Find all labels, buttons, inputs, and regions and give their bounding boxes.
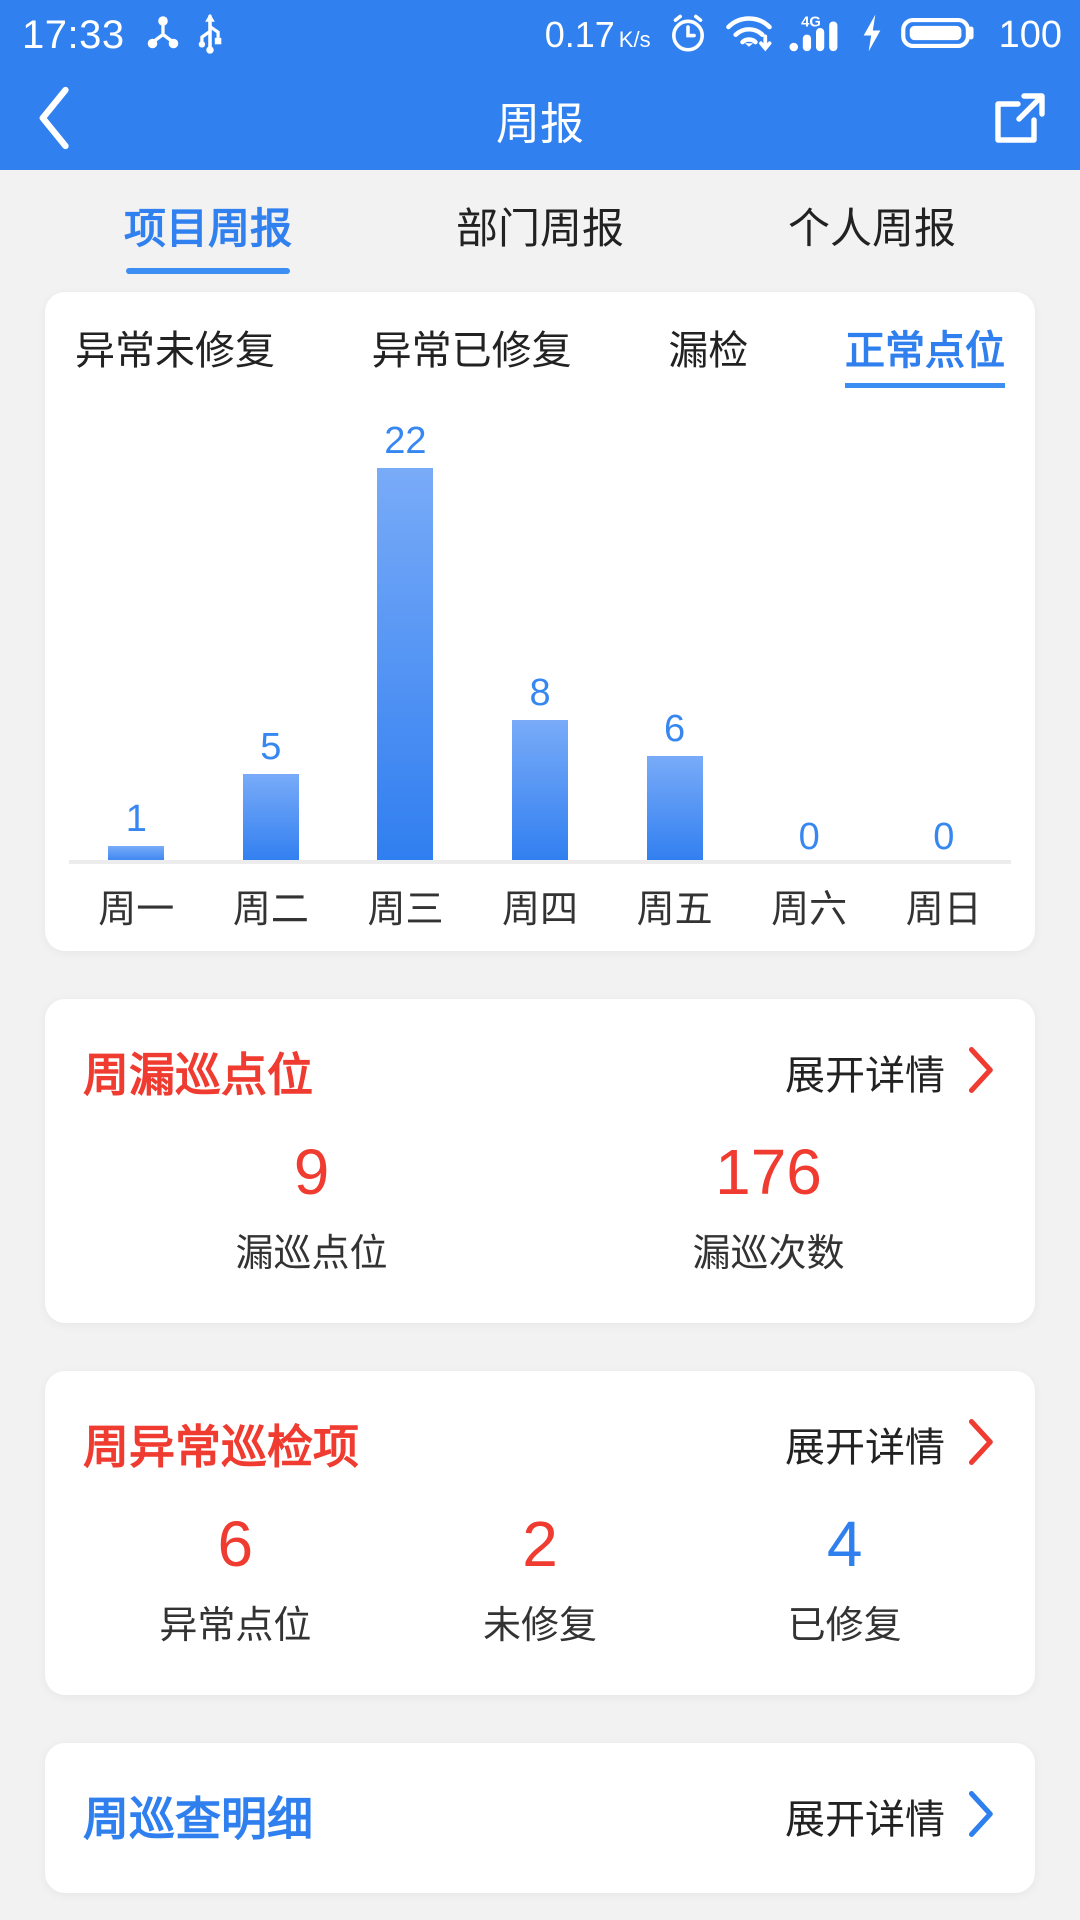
detail-label: 展开详情 [785,1798,945,1843]
chart-x-label: 周六 [771,889,848,931]
chart-bar-value: 1 [125,798,147,840]
chart-bar [646,756,703,864]
back-button[interactable] [0,83,110,158]
chart-bar-group: 0 [742,404,877,864]
stat-value: 4 [826,1508,863,1581]
chart-bar-group: 5 [204,404,339,864]
chevron-right-icon [963,1044,997,1101]
abnormal-items-detail-link[interactable]: 展开详情 [785,1415,997,1473]
share-button[interactable] [960,88,1080,153]
chart-bar-value: 0 [798,816,820,858]
chart-tab-abnormal-fixed[interactable]: 异常已修复 [372,318,572,388]
chart-x-label: 周四 [502,889,579,931]
chart-bars: 1 5 22 8 6 0 0 [69,404,1011,864]
report-scope-tabs: 项目周报 部门周报 个人周报 [0,170,1080,292]
alarm-clock-icon [666,11,710,60]
chart-bar-group: 0 [876,404,1011,864]
stat-label: 异常点位 [159,1605,312,1648]
chart-tab-abnormal-unfixed[interactable]: 异常未修复 [75,318,275,388]
share-nodes-icon [145,13,181,58]
chart-category-tabs: 异常未修复 异常已修复 漏检 正常点位 [45,318,1035,388]
network-speed: 0.17 K/s [544,14,651,55]
stat-label: 未修复 [483,1605,598,1648]
chart-x-label: 周五 [636,889,713,931]
page-title: 周报 [496,100,584,149]
patrol-detail-card: 周巡查明细 展开详情 [45,1743,1035,1894]
svg-text:4G: 4G [801,14,821,30]
chart-bar [377,468,434,864]
stat-unfixed: 2 未修复 [388,1508,693,1649]
chart-x-label: 周三 [367,889,444,931]
stat-missed-points: 9 漏巡点位 [83,1136,540,1277]
missed-patrol-title: 周漏巡点位 [83,1049,313,1101]
status-bar: 17:33 0.17 K/s 4G 100 [0,0,1080,70]
chart-axis-line [69,860,1011,864]
abnormal-items-title: 周异常巡检项 [83,1421,359,1474]
chart-bar-group: 8 [473,404,608,864]
stat-fixed: 4 已修复 [692,1508,997,1649]
chart-tab-missed-check[interactable]: 漏检 [668,318,748,388]
chart-bar-value: 5 [260,726,282,768]
stat-value: 176 [715,1136,822,1208]
chart-bar [512,720,569,864]
chart-bar-value: 22 [384,420,427,462]
chart-bar [242,774,299,864]
chart-bar-value: 6 [664,708,686,750]
stat-value: 9 [293,1136,330,1208]
chart-x-label: 周日 [905,889,982,931]
stat-missed-times: 176 漏巡次数 [540,1136,997,1277]
external-link-icon [990,88,1050,153]
wifi-icon [725,12,773,59]
detail-label: 展开详情 [785,1426,945,1471]
chart-card: 异常未修复 异常已修复 漏检 正常点位 1 5 22 8 6 0 0 周一 周二 周三 周四 周五周… [45,292,1035,951]
stat-label: 漏巡次数 [692,1233,845,1276]
chart-bar-group: 1 [69,404,204,864]
4g-signal-icon: 4G [788,11,844,60]
chart-x-label: 周一 [98,889,175,931]
chevron-right-icon [963,1788,997,1845]
status-time: 17:33 [22,12,125,57]
charging-bolt-icon [859,13,885,58]
battery-percent: 100 [998,13,1062,56]
tab-department-weekly[interactable]: 部门周报 [456,195,624,268]
abnormal-items-card: 周异常巡检项 展开详情 6 异常点位 2 未修复 4 已修复 [45,1371,1035,1696]
chart-bar-group: 6 [607,404,742,864]
stat-value: 6 [217,1508,254,1581]
chart-x-label: 周二 [232,889,309,931]
tab-personal-weekly[interactable]: 个人周报 [788,195,956,268]
battery-icon [900,12,976,59]
chevron-left-icon [32,83,78,158]
missed-patrol-card: 周漏巡点位 展开详情 9 漏巡点位 176 漏巡次数 [45,999,1035,1324]
chart-bar-value: 8 [529,672,551,714]
stat-abnormal-points: 6 异常点位 [83,1508,388,1649]
detail-label: 展开详情 [785,1054,945,1098]
chart-bar-value: 0 [933,816,955,858]
chart-x-axis-labels: 周一 周二 周三 周四 周五 周六 周日 [69,878,1011,933]
stat-label: 漏巡点位 [235,1233,388,1276]
chart-tab-normal-points[interactable]: 正常点位 [844,318,1005,388]
stat-value: 2 [522,1508,558,1581]
stat-label: 已修复 [787,1605,902,1648]
patrol-detail-title: 周巡查明细 [83,1793,313,1846]
patrol-detail-link[interactable]: 展开详情 [785,1787,997,1845]
tab-project-weekly[interactable]: 项目周报 [124,195,292,274]
missed-patrol-detail-link[interactable]: 展开详情 [785,1043,997,1101]
chevron-right-icon [963,1416,997,1473]
usb-icon [197,12,223,59]
chart-bar-group: 22 [338,404,473,864]
weekly-bar-chart: 1 5 22 8 6 0 0 [69,404,1011,864]
nav-bar: 周报 [0,70,1080,170]
